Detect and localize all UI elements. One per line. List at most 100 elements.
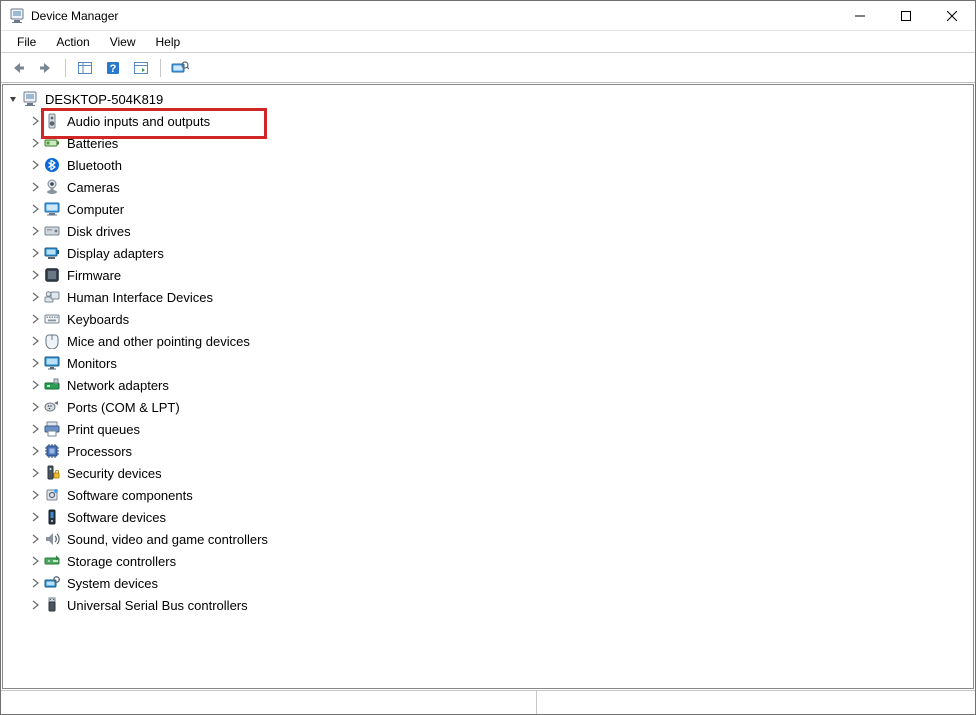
tree-category[interactable]: Network adapters	[3, 374, 973, 396]
port-icon	[43, 398, 61, 416]
tree-category[interactable]: Disk drives	[3, 220, 973, 242]
minimize-button[interactable]	[837, 1, 883, 31]
tree-category[interactable]: Batteries	[3, 132, 973, 154]
tree-category-label: Ports (COM & LPT)	[64, 400, 183, 415]
svg-text:?: ?	[110, 63, 117, 75]
console-tree-icon	[77, 60, 93, 76]
tree-category[interactable]: Bluetooth	[3, 154, 973, 176]
tree-category[interactable]: Software components	[3, 484, 973, 506]
tree-category-label: Firmware	[64, 268, 124, 283]
chevron-right-icon[interactable]	[29, 578, 41, 588]
tree-category[interactable]: Sound, video and game controllers	[3, 528, 973, 550]
tree-category[interactable]: Audio inputs and outputs	[3, 110, 973, 132]
tree-category-label: Cameras	[64, 180, 123, 195]
chevron-right-icon[interactable]	[29, 380, 41, 390]
chevron-right-icon[interactable]	[29, 138, 41, 148]
chevron-right-icon[interactable]	[29, 226, 41, 236]
window-title: Device Manager	[31, 9, 118, 23]
toolbar-show-hide-tree-button[interactable]	[72, 56, 98, 80]
chevron-right-icon[interactable]	[29, 358, 41, 368]
maximize-button[interactable]	[883, 1, 929, 31]
chevron-right-icon[interactable]	[29, 248, 41, 258]
chevron-right-icon[interactable]	[29, 204, 41, 214]
tree-category-label: Human Interface Devices	[64, 290, 216, 305]
tree-category-label: Audio inputs and outputs	[64, 114, 213, 129]
toolbar-action-button[interactable]	[128, 56, 154, 80]
sound-controller-icon	[43, 530, 61, 548]
chevron-down-icon[interactable]	[7, 94, 19, 104]
software-device-icon	[43, 508, 61, 526]
tree-category-label: Storage controllers	[64, 554, 179, 569]
tree-category-label: Software components	[64, 488, 196, 503]
menu-view[interactable]: View	[100, 33, 146, 51]
menu-file[interactable]: File	[7, 33, 46, 51]
tree-category[interactable]: Display adapters	[3, 242, 973, 264]
chevron-right-icon[interactable]	[29, 402, 41, 412]
scan-hardware-icon	[171, 60, 189, 76]
tree-category[interactable]: Keyboards	[3, 308, 973, 330]
tree-category-label: Software devices	[64, 510, 169, 525]
security-device-icon	[43, 464, 61, 482]
action-pane-icon	[133, 60, 149, 76]
tree-category[interactable]: Processors	[3, 440, 973, 462]
tree-category-label: Keyboards	[64, 312, 132, 327]
tree-category-label: System devices	[64, 576, 161, 591]
toolbar-help-button[interactable]: ?	[100, 56, 126, 80]
toolbar-back-button[interactable]	[5, 56, 31, 80]
tree-category[interactable]: Computer	[3, 198, 973, 220]
chevron-right-icon[interactable]	[29, 534, 41, 544]
toolbar-scan-button[interactable]	[167, 56, 193, 80]
tree-category-label: Disk drives	[64, 224, 134, 239]
chevron-right-icon[interactable]	[29, 182, 41, 192]
software-component-icon	[43, 486, 61, 504]
toolbar-forward-button[interactable]	[33, 56, 59, 80]
tree-category-label: Universal Serial Bus controllers	[64, 598, 251, 613]
storage-controller-icon	[43, 552, 61, 570]
hid-icon	[43, 288, 61, 306]
tree-root[interactable]: DESKTOP-504K819	[3, 88, 973, 110]
chevron-right-icon[interactable]	[29, 336, 41, 346]
chevron-right-icon[interactable]	[29, 468, 41, 478]
menu-action[interactable]: Action	[46, 33, 99, 51]
tree-category[interactable]: Security devices	[3, 462, 973, 484]
tree-category[interactable]: Universal Serial Bus controllers	[3, 594, 973, 616]
chevron-right-icon[interactable]	[29, 600, 41, 610]
chevron-right-icon[interactable]	[29, 292, 41, 302]
help-icon: ?	[105, 60, 121, 76]
chevron-right-icon[interactable]	[29, 490, 41, 500]
tree-category[interactable]: Firmware	[3, 264, 973, 286]
chevron-right-icon[interactable]	[29, 446, 41, 456]
tree-category[interactable]: Monitors	[3, 352, 973, 374]
tree-category-label: Monitors	[64, 356, 120, 371]
menu-help[interactable]: Help	[146, 33, 191, 51]
chevron-right-icon[interactable]	[29, 160, 41, 170]
tree-category[interactable]: Cameras	[3, 176, 973, 198]
chevron-right-icon[interactable]	[29, 270, 41, 280]
mouse-icon	[43, 332, 61, 350]
computer-icon	[43, 200, 61, 218]
tree-category[interactable]: Human Interface Devices	[3, 286, 973, 308]
firmware-icon	[43, 266, 61, 284]
chevron-right-icon[interactable]	[29, 314, 41, 324]
tree-category[interactable]: Mice and other pointing devices	[3, 330, 973, 352]
chevron-right-icon[interactable]	[29, 512, 41, 522]
toolbar-separator	[160, 59, 161, 77]
close-button[interactable]	[929, 1, 975, 31]
battery-icon	[43, 134, 61, 152]
tree-category[interactable]: Storage controllers	[3, 550, 973, 572]
chevron-right-icon[interactable]	[29, 424, 41, 434]
display-adapter-icon	[43, 244, 61, 262]
tree-root-label: DESKTOP-504K819	[42, 92, 166, 107]
tree-category-label: Network adapters	[64, 378, 172, 393]
tree-category[interactable]: Ports (COM & LPT)	[3, 396, 973, 418]
arrow-left-icon	[10, 61, 26, 75]
tree-category[interactable]: System devices	[3, 572, 973, 594]
device-tree-pane[interactable]: DESKTOP-504K819 Audio inputs and outputs B…	[2, 84, 974, 689]
system-device-icon	[43, 574, 61, 592]
tree-category-label: Computer	[64, 202, 127, 217]
close-icon	[947, 11, 957, 21]
tree-category[interactable]: Software devices	[3, 506, 973, 528]
chevron-right-icon[interactable]	[29, 116, 41, 126]
tree-category[interactable]: Print queues	[3, 418, 973, 440]
chevron-right-icon[interactable]	[29, 556, 41, 566]
